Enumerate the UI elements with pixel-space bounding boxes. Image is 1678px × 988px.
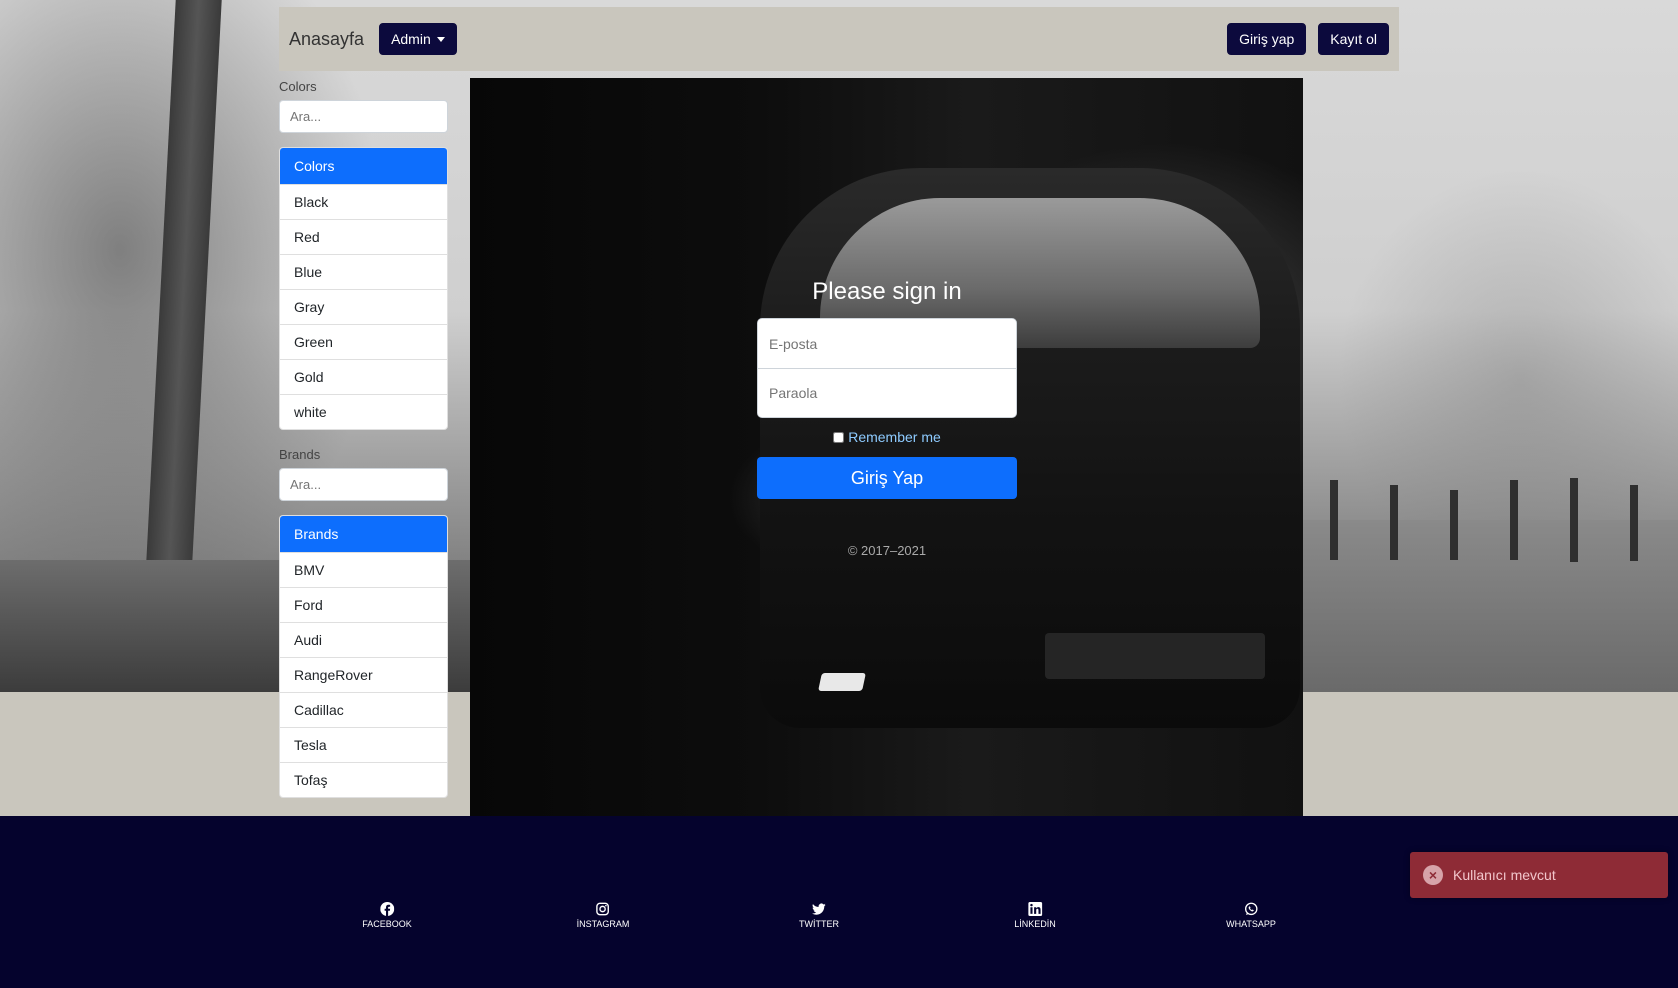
- list-item[interactable]: Colors: [280, 148, 447, 184]
- instagram-link[interactable]: İNSTAGRAM: [576, 902, 630, 929]
- whatsapp-icon: [1244, 902, 1258, 916]
- admin-dropdown-button[interactable]: Admin: [379, 23, 457, 55]
- linkedin-label: LİNKEDİN: [1014, 919, 1056, 929]
- car-license-plate: [1045, 633, 1265, 679]
- auth-buttons: Giriş yap Kayıt ol: [1227, 23, 1389, 55]
- list-item[interactable]: BMV: [280, 552, 447, 587]
- fence-post: [1330, 480, 1338, 560]
- fence-post: [1390, 485, 1398, 560]
- error-circle-icon: ×: [1423, 865, 1443, 885]
- list-item[interactable]: Gray: [280, 289, 447, 324]
- twitter-link[interactable]: TWİTTER: [799, 902, 839, 929]
- top-navbar: Anasayfa Admin Giriş yap Kayıt ol: [279, 7, 1399, 71]
- remember-me-label: Remember me: [848, 429, 941, 445]
- list-item[interactable]: RangeRover: [280, 657, 447, 692]
- credentials-group: [757, 318, 1017, 418]
- fence-post: [1570, 478, 1578, 562]
- signin-form: Please sign in Remember me Giriş Yap © 2…: [757, 278, 1017, 558]
- remember-me-checkbox[interactable]: [833, 431, 845, 443]
- list-item[interactable]: Ford: [280, 587, 447, 622]
- signin-panel: Please sign in Remember me Giriş Yap © 2…: [470, 78, 1303, 816]
- signin-submit-button[interactable]: Giriş Yap: [757, 457, 1017, 499]
- brands-list: Brands BMV Ford Audi RangeRover Cadillac…: [279, 515, 448, 798]
- list-item[interactable]: Audi: [280, 622, 447, 657]
- admin-label: Admin: [391, 31, 431, 47]
- brands-search-input[interactable]: [279, 468, 448, 501]
- list-item[interactable]: white: [280, 394, 447, 429]
- register-button[interactable]: Kayıt ol: [1318, 23, 1389, 55]
- colors-list: Colors Black Red Blue Gray Green Gold wh…: [279, 147, 448, 430]
- password-field[interactable]: [758, 368, 1016, 417]
- fence-post: [1450, 490, 1458, 560]
- list-item[interactable]: Green: [280, 324, 447, 359]
- list-item[interactable]: Cadillac: [280, 692, 447, 727]
- list-item[interactable]: Red: [280, 219, 447, 254]
- twitter-label: TWİTTER: [799, 919, 839, 929]
- list-item[interactable]: Blue: [280, 254, 447, 289]
- car-fog-light: [818, 673, 866, 691]
- facebook-icon: [379, 902, 394, 916]
- whatsapp-link[interactable]: WHATSAPP: [1226, 902, 1276, 929]
- home-link[interactable]: Anasayfa: [289, 29, 364, 50]
- caret-down-icon: [436, 37, 445, 42]
- list-item[interactable]: Brands: [280, 516, 447, 552]
- toast-message: Kullanıcı mevcut: [1453, 867, 1556, 883]
- tree-trunk: [144, 0, 222, 600]
- remember-me[interactable]: Remember me: [757, 429, 1017, 445]
- list-item[interactable]: Black: [280, 184, 447, 219]
- colors-search-input[interactable]: [279, 100, 448, 133]
- footer: [0, 816, 1678, 988]
- instagram-icon: [596, 902, 610, 916]
- fence-post: [1630, 485, 1638, 561]
- list-item[interactable]: Tofaş: [280, 762, 447, 797]
- colors-section-title: Colors: [279, 79, 317, 94]
- linkedin-link[interactable]: LİNKEDİN: [1014, 902, 1056, 929]
- fence-post: [1510, 480, 1518, 560]
- brands-section-title: Brands: [279, 447, 321, 462]
- error-toast[interactable]: × Kullanıcı mevcut: [1410, 852, 1668, 898]
- list-item[interactable]: Gold: [280, 359, 447, 394]
- field: [1300, 520, 1678, 692]
- login-button[interactable]: Giriş yap: [1227, 23, 1307, 55]
- filter-sidebar: Colors Colors Black Red Blue Gray Green …: [279, 78, 449, 798]
- list-item[interactable]: Tesla: [280, 727, 447, 762]
- facebook-link[interactable]: FACEBOOK: [362, 902, 412, 929]
- twitter-icon: [812, 903, 826, 915]
- whatsapp-label: WHATSAPP: [1226, 919, 1276, 929]
- email-field[interactable]: [758, 319, 1016, 368]
- copyright-text: © 2017–2021: [847, 543, 927, 558]
- facebook-label: FACEBOOK: [362, 919, 412, 929]
- signin-heading: Please sign in: [812, 278, 962, 305]
- linkedin-icon: [1027, 902, 1042, 916]
- instagram-label: İNSTAGRAM: [576, 919, 630, 929]
